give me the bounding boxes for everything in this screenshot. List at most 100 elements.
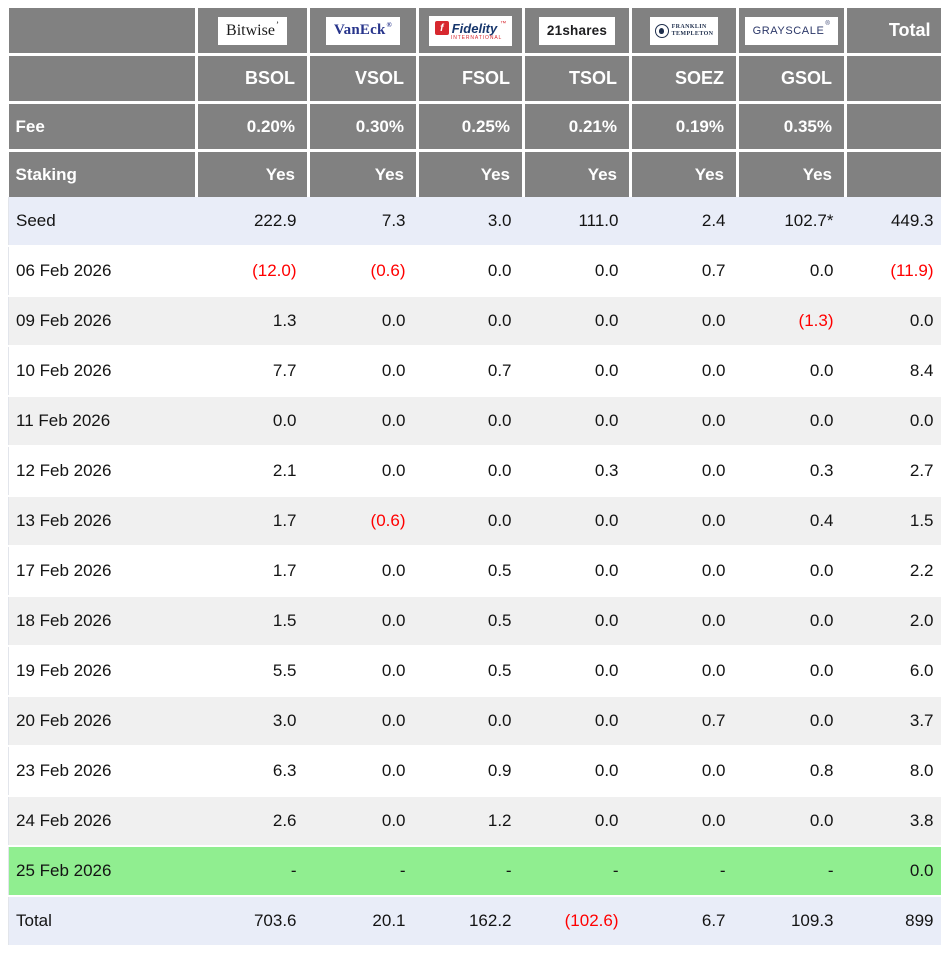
- cell-value: 0.7: [631, 246, 738, 296]
- table-row: 06 Feb 2026(12.0)(0.6)0.00.00.70.0(11.9): [9, 246, 941, 296]
- cell-value: 0.3: [524, 446, 631, 496]
- cell-value: 0.0: [524, 246, 631, 296]
- cell-value: 0.5: [418, 546, 524, 596]
- ticker-cell-bsol: BSOL: [197, 55, 309, 103]
- franklin-logo-text: FRANKLINTEMPLETON: [672, 24, 714, 37]
- row-label: 24 Feb 2026: [9, 796, 197, 846]
- cell-value: 0.0: [418, 396, 524, 446]
- staking-cell-fsol: Yes: [418, 151, 524, 198]
- row-total: 0.0: [846, 296, 941, 346]
- cell-value: 0.0: [524, 796, 631, 846]
- header-cell-fidelity: fFidelity™ INTERNATIONAL: [418, 8, 524, 55]
- ticker-row-total-cell: [846, 55, 941, 103]
- staking-row: Staking Yes Yes Yes Yes Yes Yes: [9, 151, 941, 198]
- ticker-row-label: [9, 55, 197, 103]
- table-row: 12 Feb 20262.10.00.00.30.00.32.7: [9, 446, 941, 496]
- table-header: Bitwiseʼ VanEck® fFidelity™ INTERNATIONA…: [9, 8, 941, 197]
- cell-value: 0.0: [418, 496, 524, 546]
- staking-cell-bsol: Yes: [197, 151, 309, 198]
- table-row: Seed222.97.33.0111.02.4102.7*449.3: [9, 197, 941, 246]
- cell-value: 0.0: [309, 596, 418, 646]
- logo-row: Bitwiseʼ VanEck® fFidelity™ INTERNATIONA…: [9, 8, 941, 55]
- fee-cell-bsol: 0.20%: [197, 103, 309, 151]
- cell-value: 5.5: [197, 646, 309, 696]
- 21shares-logo: 21shares: [539, 17, 615, 45]
- row-total: 1.5: [846, 496, 941, 546]
- row-total: (11.9): [846, 246, 941, 296]
- fidelity-logo-mark: ™: [500, 21, 506, 27]
- row-label: Total: [9, 896, 197, 945]
- staking-cell-gsol: Yes: [738, 151, 846, 198]
- cell-value: 0.0: [631, 646, 738, 696]
- cell-value: 109.3: [738, 896, 846, 945]
- cell-value: 0.0: [524, 546, 631, 596]
- table-row: 13 Feb 20261.7(0.6)0.00.00.00.41.5: [9, 496, 941, 546]
- row-total: 3.8: [846, 796, 941, 846]
- cell-value: 0.0: [197, 396, 309, 446]
- cell-value: 0.0: [738, 546, 846, 596]
- etf-flows-table: Bitwiseʼ VanEck® fFidelity™ INTERNATIONA…: [8, 8, 941, 945]
- franklin-head-icon: [655, 24, 669, 38]
- cell-value: 0.0: [524, 296, 631, 346]
- cell-value: 20.1: [309, 896, 418, 945]
- row-label: 11 Feb 2026: [9, 396, 197, 446]
- vaneck-logo-mark: ®: [387, 21, 392, 29]
- cell-value: 0.0: [309, 446, 418, 496]
- fee-cell-fsol: 0.25%: [418, 103, 524, 151]
- cell-value: 0.9: [418, 746, 524, 796]
- vaneck-logo-text: VanEck: [334, 22, 386, 39]
- table-row: 18 Feb 20261.50.00.50.00.00.02.0: [9, 596, 941, 646]
- cell-value: (0.6): [309, 246, 418, 296]
- table-row: 24 Feb 20262.60.01.20.00.00.03.8: [9, 796, 941, 846]
- row-label: 18 Feb 2026: [9, 596, 197, 646]
- ticker-cell-vsol: VSOL: [309, 55, 418, 103]
- cell-value: 0.0: [524, 646, 631, 696]
- fidelity-logo-text: Fidelity: [452, 21, 498, 36]
- fee-cell-gsol: 0.35%: [738, 103, 846, 151]
- staking-row-label: Staking: [9, 151, 197, 198]
- row-total: 2.2: [846, 546, 941, 596]
- table-row: 20 Feb 20263.00.00.00.00.70.03.7: [9, 696, 941, 746]
- cell-value: 3.0: [197, 696, 309, 746]
- fee-cell-soez: 0.19%: [631, 103, 738, 151]
- row-label: Seed: [9, 197, 197, 246]
- cell-value: -: [197, 846, 309, 896]
- staking-row-total-cell: [846, 151, 941, 198]
- row-label: 13 Feb 2026: [9, 496, 197, 546]
- row-label: 17 Feb 2026: [9, 546, 197, 596]
- cell-value: 0.0: [309, 646, 418, 696]
- cell-value: -: [524, 846, 631, 896]
- cell-value: 0.0: [631, 496, 738, 546]
- ticker-row: BSOL VSOL FSOL TSOL SOEZ GSOL: [9, 55, 941, 103]
- cell-value: 0.0: [309, 546, 418, 596]
- fee-row-total-cell: [846, 103, 941, 151]
- cell-value: 0.0: [631, 596, 738, 646]
- total-column-header: Total: [846, 8, 941, 55]
- fidelity-f-icon: f: [435, 21, 449, 35]
- grayscale-logo: GRAYSCALE®: [745, 17, 839, 45]
- bitwise-logo-mark: ʼ: [276, 20, 279, 30]
- cell-value: 0.0: [631, 446, 738, 496]
- cell-value: 0.0: [631, 396, 738, 446]
- row-total: 0.0: [846, 396, 941, 446]
- ticker-cell-fsol: FSOL: [418, 55, 524, 103]
- row-label: 20 Feb 2026: [9, 696, 197, 746]
- row-total: 6.0: [846, 646, 941, 696]
- fidelity-logo: fFidelity™ INTERNATIONAL: [429, 16, 513, 46]
- row-total: 2.0: [846, 596, 941, 646]
- cell-value: 0.0: [309, 296, 418, 346]
- bitwise-logo-text: Bitwise: [226, 22, 275, 40]
- row-label: 12 Feb 2026: [9, 446, 197, 496]
- cell-value: 0.0: [309, 746, 418, 796]
- cell-value: 2.1: [197, 446, 309, 496]
- cell-value: 0.0: [309, 696, 418, 746]
- vaneck-logo: VanEck®: [326, 17, 400, 45]
- fee-cell-vsol: 0.30%: [309, 103, 418, 151]
- cell-value: 0.0: [738, 646, 846, 696]
- row-total: 449.3: [846, 197, 941, 246]
- cell-value: 0.0: [631, 546, 738, 596]
- row-label: 09 Feb 2026: [9, 296, 197, 346]
- grayscale-logo-mark: ®: [825, 21, 830, 27]
- cell-value: 111.0: [524, 197, 631, 246]
- cell-value: 0.0: [524, 746, 631, 796]
